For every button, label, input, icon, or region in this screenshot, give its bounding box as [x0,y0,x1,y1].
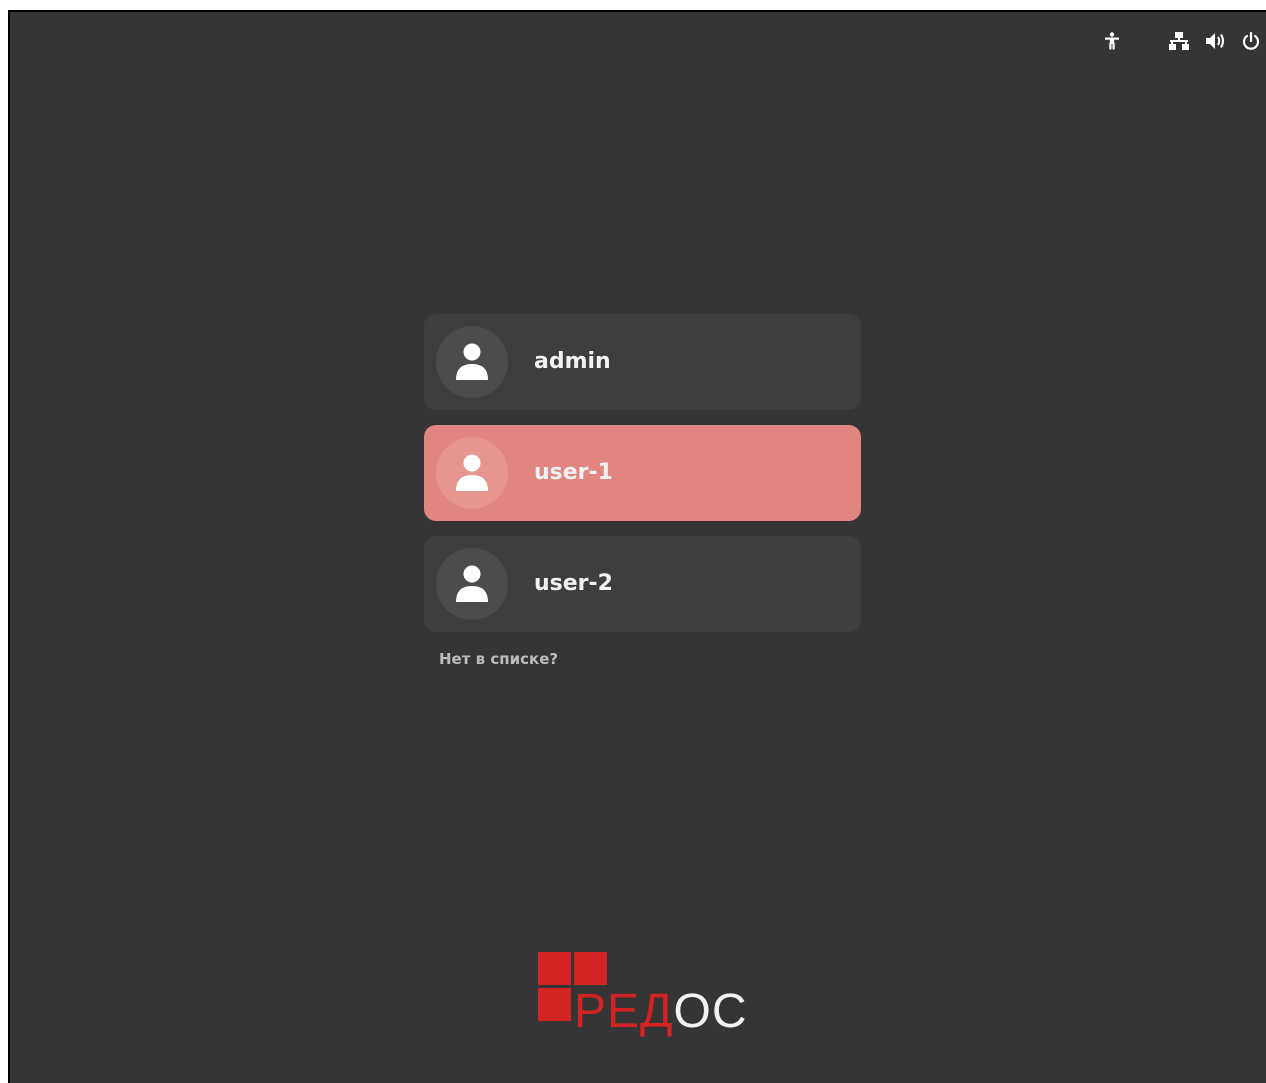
user-item-user-2[interactable]: user-2 [424,536,861,632]
user-list: admin user-1 user-2 [424,314,861,647]
power-icon[interactable] [1240,30,1262,52]
avatar [436,548,508,620]
user-item-admin[interactable]: admin [424,314,861,410]
user-icon [456,565,488,602]
user-name: user-2 [534,571,613,596]
volume-icon[interactable] [1204,30,1226,52]
accessibility-icon[interactable] [1101,30,1123,52]
not-listed-link[interactable]: Нет в списке? [439,650,558,668]
logo-square [538,988,571,1021]
user-icon [456,343,488,380]
avatar [436,437,508,509]
user-name: admin [534,349,611,374]
avatar [436,326,508,398]
redos-logo: РЕДОС [538,952,758,1042]
logo-square [538,952,571,985]
logo-text-red: РЕД [574,985,674,1038]
logo-text-white: ОС [673,985,748,1038]
network-icon[interactable] [1168,30,1190,52]
user-item-user-1[interactable]: user-1 [424,425,861,521]
user-name: user-1 [534,460,613,485]
logo-text: РЕДОС [574,988,748,1036]
login-screen: admin user-1 user-2 Нет в списке? РЕДОС [8,10,1266,1083]
user-icon [456,454,488,491]
logo-square [574,952,607,985]
